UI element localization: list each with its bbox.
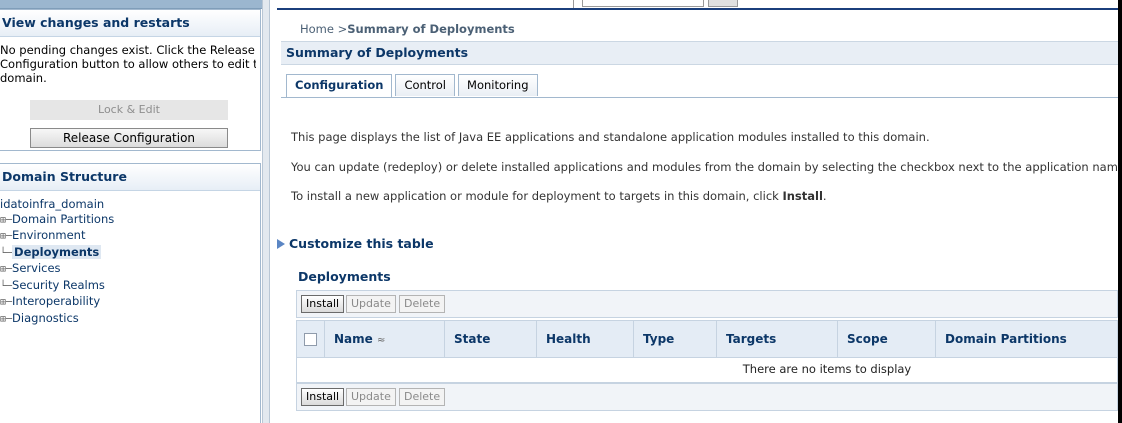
empty-table-message: There are no items to display xyxy=(742,362,912,376)
tab-underline xyxy=(281,97,1118,98)
column-header-type[interactable]: Type xyxy=(634,321,717,357)
install-keyword: Install xyxy=(782,189,823,203)
description-line-1: This page displays the list of Java EE a… xyxy=(291,130,930,144)
column-header-targets[interactable]: Targets xyxy=(717,321,838,357)
breadcrumb-separator: > xyxy=(333,22,348,36)
delete-button: Delete xyxy=(399,388,446,406)
domain-tree-root-label[interactable]: idatoinfra_domain xyxy=(0,197,104,211)
tree-item-deployments[interactable]: └─ Deployments xyxy=(0,244,260,262)
tab-configuration[interactable]: Configuration xyxy=(286,74,393,98)
expand-triangle-icon[interactable] xyxy=(277,239,285,249)
column-header-name-label[interactable]: Name xyxy=(334,332,373,346)
tab-control[interactable]: Control xyxy=(395,74,456,96)
domain-structure-header: Domain Structure xyxy=(0,164,260,191)
column-header-health[interactable]: Health xyxy=(537,321,634,357)
tree-item-label[interactable]: Interoperability xyxy=(12,294,100,308)
description-line-3: To install a new application or module f… xyxy=(291,189,827,203)
top-bar-separator xyxy=(573,0,574,8)
expand-icon[interactable]: ⊞─ xyxy=(0,297,12,308)
expand-icon[interactable]: ⊞─ xyxy=(0,264,12,275)
column-header-domain-partitions[interactable]: Domain Partitions xyxy=(936,321,1118,357)
expand-icon[interactable]: ⊞─ xyxy=(0,314,12,325)
search-button[interactable] xyxy=(708,0,738,7)
panel-divider[interactable] xyxy=(262,0,270,423)
description-line-2: You can update (redeploy) or delete inst… xyxy=(291,160,1118,174)
install-button[interactable]: Install xyxy=(301,295,345,313)
tree-item-services[interactable]: ⊞─Services xyxy=(0,261,260,278)
tree-branch-icon: └─ xyxy=(0,247,13,259)
main-content: Home >Summary of Deployments Summary of … xyxy=(277,0,1118,423)
tree-item-label[interactable]: Services xyxy=(12,261,61,275)
column-header-name[interactable]: Name ≈ xyxy=(325,321,445,357)
tree-branch-icon: └─ xyxy=(0,280,13,292)
tree-item-interoperability[interactable]: ⊞─Interoperability xyxy=(0,294,260,311)
tree-item-label[interactable]: Diagnostics xyxy=(12,311,79,325)
select-all-cell xyxy=(297,321,325,357)
description-line-3-end: . xyxy=(822,189,827,203)
breadcrumb: Home >Summary of Deployments xyxy=(300,22,515,36)
deployments-section-title: Deployments xyxy=(298,269,391,284)
tab-monitoring[interactable]: Monitoring xyxy=(458,74,538,96)
customize-table-link[interactable]: Customize this table xyxy=(277,236,434,251)
change-center-message: No pending changes exist. Click the Rele… xyxy=(0,37,260,85)
tree-item-domain-partitions[interactable]: ⊞─Domain Partitions xyxy=(0,212,260,229)
table-toolbar-top: Install Update Delete xyxy=(296,290,1118,318)
page: View changes and restarts No pending cha… xyxy=(0,0,1118,423)
domain-tree-root[interactable]: idatoinfra_domain xyxy=(0,197,260,212)
update-button: Update xyxy=(346,388,396,406)
expand-icon[interactable]: ⊞─ xyxy=(0,231,12,242)
table-header-row: Name ≈ State Health Type Targets Scope D… xyxy=(297,321,1117,358)
customize-table-label[interactable]: Customize this table xyxy=(289,236,434,251)
change-center-message-line: Configuration button to allow others to … xyxy=(0,57,256,71)
tree-item-label[interactable]: Environment xyxy=(12,228,85,242)
change-center-header: View changes and restarts xyxy=(0,10,260,37)
select-all-checkbox[interactable] xyxy=(304,333,317,346)
lock-edit-button: Lock & Edit xyxy=(30,100,228,120)
change-center-title-strip xyxy=(0,0,262,9)
deployments-table: Name ≈ State Health Type Targets Scope D… xyxy=(296,320,1118,383)
left-panel: View changes and restarts No pending cha… xyxy=(0,0,262,423)
header-accent-bar xyxy=(277,8,1118,10)
page-title: Summary of Deployments xyxy=(281,41,1118,65)
install-button[interactable]: Install xyxy=(301,388,345,406)
release-configuration-button[interactable]: Release Configuration xyxy=(30,128,228,148)
change-center-message-line: No pending changes exist. Click the Rele… xyxy=(0,43,255,57)
delete-button: Delete xyxy=(399,295,446,313)
tree-item-diagnostics[interactable]: ⊞─Diagnostics xyxy=(0,311,260,328)
column-header-state[interactable]: State xyxy=(445,321,537,357)
column-header-scope[interactable]: Scope xyxy=(838,321,936,357)
update-button: Update xyxy=(346,295,396,313)
search-input[interactable] xyxy=(582,0,704,7)
domain-structure-box: Domain Structure idatoinfra_domain ⊞─Dom… xyxy=(0,163,261,423)
tree-item-security-realms[interactable]: └─Security Realms xyxy=(0,278,260,295)
breadcrumb-current: Summary of Deployments xyxy=(347,22,515,36)
tree-item-environment[interactable]: ⊞─Environment xyxy=(0,228,260,245)
tree-item-label[interactable]: Deployments xyxy=(12,244,102,259)
tree-item-label[interactable]: Domain Partitions xyxy=(12,212,114,226)
change-center-message-line: domain. xyxy=(0,71,47,85)
breadcrumb-home-link[interactable]: Home xyxy=(300,22,334,36)
domain-tree: idatoinfra_domain ⊞─Domain Partitions ⊞─… xyxy=(0,191,260,327)
change-center-box: View changes and restarts No pending cha… xyxy=(0,9,261,151)
tree-item-label[interactable]: Security Realms xyxy=(12,278,105,292)
expand-icon[interactable]: ⊞─ xyxy=(0,215,12,226)
sort-ascending-icon[interactable]: ≈ xyxy=(377,335,385,346)
tab-bar: Configuration Control Monitoring xyxy=(286,74,541,98)
description-line-3-text: To install a new application or module f… xyxy=(291,189,783,203)
table-toolbar-bottom: Install Update Delete xyxy=(296,383,1118,411)
